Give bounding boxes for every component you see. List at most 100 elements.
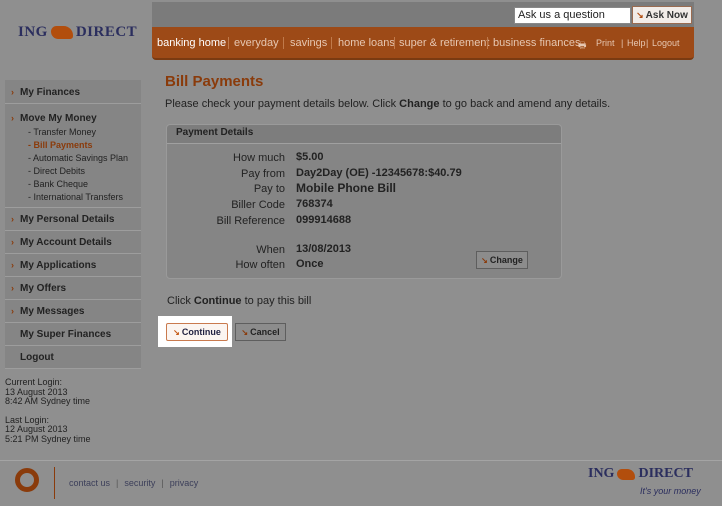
sidebar-sub-label: Bank Cheque bbox=[33, 179, 89, 189]
cancel-button[interactable]: ↘ Cancel bbox=[235, 323, 286, 341]
sidebar-label: My Messages bbox=[20, 306, 85, 317]
biller-code-label: Biller Code bbox=[231, 199, 285, 211]
ask-now-label: Ask Now bbox=[645, 10, 688, 21]
arrow-icon: › bbox=[11, 306, 14, 316]
arrow-icon: ↘ bbox=[636, 10, 644, 20]
nav-super-retirement[interactable]: super & retirement bbox=[399, 37, 489, 49]
tagline: It's your money bbox=[640, 486, 701, 496]
sidebar-item-messages[interactable]: › My Messages bbox=[5, 300, 141, 323]
nav-separator bbox=[331, 37, 332, 49]
sidebar-label: My Personal Details bbox=[20, 214, 115, 225]
intro-pre: Please check your payment details below.… bbox=[165, 98, 400, 110]
arrow-icon: › bbox=[11, 87, 14, 97]
nav-separator bbox=[394, 37, 395, 49]
footer-logo: ING DIRECT bbox=[588, 466, 693, 482]
arrow-icon: ↘ bbox=[481, 256, 488, 265]
footer-contact-link[interactable]: contact us bbox=[69, 478, 110, 488]
change-button[interactable]: ↘ Change bbox=[476, 251, 528, 269]
payment-details-panel: Payment Details How much $5.00 Pay from … bbox=[166, 124, 562, 279]
footer-security-link[interactable]: security bbox=[124, 478, 155, 488]
sidebar-sub-automatic-savings[interactable]: - Automatic Savings Plan bbox=[5, 152, 141, 165]
continue-instruction: Click Continue to pay this bill bbox=[167, 295, 311, 307]
nav-banking-home[interactable]: banking home bbox=[157, 37, 226, 49]
panel-title: Payment Details bbox=[167, 125, 561, 144]
lifebuoy-icon bbox=[15, 468, 39, 492]
sidebar-item-logout[interactable]: Logout bbox=[5, 346, 141, 369]
sidebar-item-personal-details[interactable]: › My Personal Details bbox=[5, 208, 141, 231]
sidebar-sub-bank-cheque[interactable]: - Bank Cheque bbox=[5, 178, 141, 191]
click-pre: Click bbox=[167, 295, 194, 307]
intro-text: Please check your payment details below.… bbox=[165, 98, 610, 110]
sidebar-sub-direct-debits[interactable]: - Direct Debits bbox=[5, 165, 141, 178]
arrow-icon: ↘ bbox=[241, 328, 249, 337]
arrow-icon: › bbox=[11, 237, 14, 247]
lion-icon bbox=[617, 468, 636, 480]
arrow-icon: › bbox=[11, 283, 14, 293]
intro-bold: Change bbox=[399, 98, 440, 110]
sidebar-item-offers[interactable]: › My Offers bbox=[5, 277, 141, 300]
click-post: to pay this bill bbox=[241, 295, 312, 307]
sidebar-item-account-details[interactable]: › My Account Details bbox=[5, 231, 141, 254]
bill-reference-value: 099914688 bbox=[296, 214, 352, 226]
nav-savings[interactable]: savings bbox=[290, 37, 327, 49]
sidebar-sub-transfer-money[interactable]: - Transfer Money bbox=[5, 126, 141, 139]
nav-separator bbox=[228, 37, 229, 49]
how-often-value: Once bbox=[296, 258, 324, 270]
last-login-time: 5:21 PM Sydney time bbox=[5, 433, 91, 444]
sidebar-sub-bill-payments[interactable]: - Bill Payments bbox=[5, 139, 141, 152]
search-input[interactable]: Ask us a question bbox=[514, 7, 631, 24]
ing-direct-logo[interactable]: ING DIRECT bbox=[18, 24, 137, 41]
when-value: 13/08/2013 bbox=[296, 243, 352, 255]
page: ING DIRECT Ask us a question ↘ Ask Now ba… bbox=[0, 0, 722, 506]
change-label: Change bbox=[489, 255, 523, 265]
sidebar-sub-international-transfers[interactable]: - International Transfers bbox=[5, 191, 141, 204]
arrow-icon: ↘ bbox=[173, 328, 180, 337]
page-title: Bill Payments bbox=[165, 73, 264, 90]
click-bold: Continue bbox=[193, 295, 242, 307]
arrow-icon: › bbox=[11, 260, 14, 270]
sidebar-sub-label: Direct Debits bbox=[33, 166, 86, 176]
footer-vertical-divider bbox=[54, 467, 55, 499]
login-info: Current Login: 13 August 2013 8:42 AM Sy… bbox=[5, 377, 91, 444]
how-often-label: How often bbox=[235, 259, 285, 271]
sidebar-item-my-finances[interactable]: › My Finances bbox=[5, 80, 141, 104]
sidebar-group-move-my-money: › Move My Money - Transfer Money - Bill P… bbox=[5, 104, 141, 208]
sidebar-sub-label: Automatic Savings Plan bbox=[33, 153, 129, 163]
footer-links: contact us | security | privacy bbox=[69, 478, 198, 488]
cancel-label: Cancel bbox=[250, 327, 280, 337]
nav-help[interactable]: Help bbox=[627, 38, 646, 48]
pay-to-value: Mobile Phone Bill bbox=[296, 181, 397, 195]
pay-from-label: Pay from bbox=[240, 168, 285, 180]
lion-icon bbox=[50, 26, 73, 39]
sidebar-item-super-finances[interactable]: My Super Finances bbox=[5, 323, 141, 346]
footer-privacy-link[interactable]: privacy bbox=[170, 478, 199, 488]
ask-now-button[interactable]: ↘ Ask Now bbox=[632, 6, 692, 24]
sidebar-label: Logout bbox=[20, 352, 54, 363]
how-much-label: How much bbox=[233, 152, 285, 164]
sidebar-sub-label: Transfer Money bbox=[33, 127, 97, 137]
nav-util-separator: | bbox=[646, 38, 649, 48]
sidebar-item-move-my-money[interactable]: › Move My Money bbox=[5, 104, 141, 126]
nav-business-finances[interactable]: business finances bbox=[493, 37, 580, 49]
pay-from-value: Day2Day (OE) -12345678:$40.79 bbox=[296, 167, 462, 179]
footer-logo-direct: DIRECT bbox=[638, 466, 693, 481]
logo-ing-text: ING bbox=[18, 24, 48, 40]
nav-util-separator: | bbox=[621, 38, 624, 48]
sidebar-label: My Finances bbox=[20, 87, 81, 98]
print-icon[interactable]: 🖶 bbox=[578, 38, 587, 54]
sidebar-label: My Applications bbox=[20, 260, 97, 271]
sidebar-label: My Account Details bbox=[20, 237, 112, 248]
footer-divider bbox=[0, 460, 722, 461]
nav-print[interactable]: Print bbox=[596, 38, 615, 48]
nav-logout[interactable]: Logout bbox=[652, 38, 680, 48]
biller-code-value: 768374 bbox=[296, 198, 333, 210]
sidebar-label: My Offers bbox=[20, 283, 67, 294]
continue-button[interactable]: ↘ Continue bbox=[166, 323, 228, 341]
nav-everyday[interactable]: everyday bbox=[234, 37, 279, 49]
sidebar-item-applications[interactable]: › My Applications bbox=[5, 254, 141, 277]
sidebar-sub-label: Bill Payments bbox=[33, 140, 93, 150]
nav-home-loans[interactable]: home loans bbox=[338, 37, 395, 49]
arrow-icon: › bbox=[11, 113, 14, 123]
continue-label: Continue bbox=[181, 327, 221, 337]
pay-to-label: Pay to bbox=[253, 183, 285, 195]
